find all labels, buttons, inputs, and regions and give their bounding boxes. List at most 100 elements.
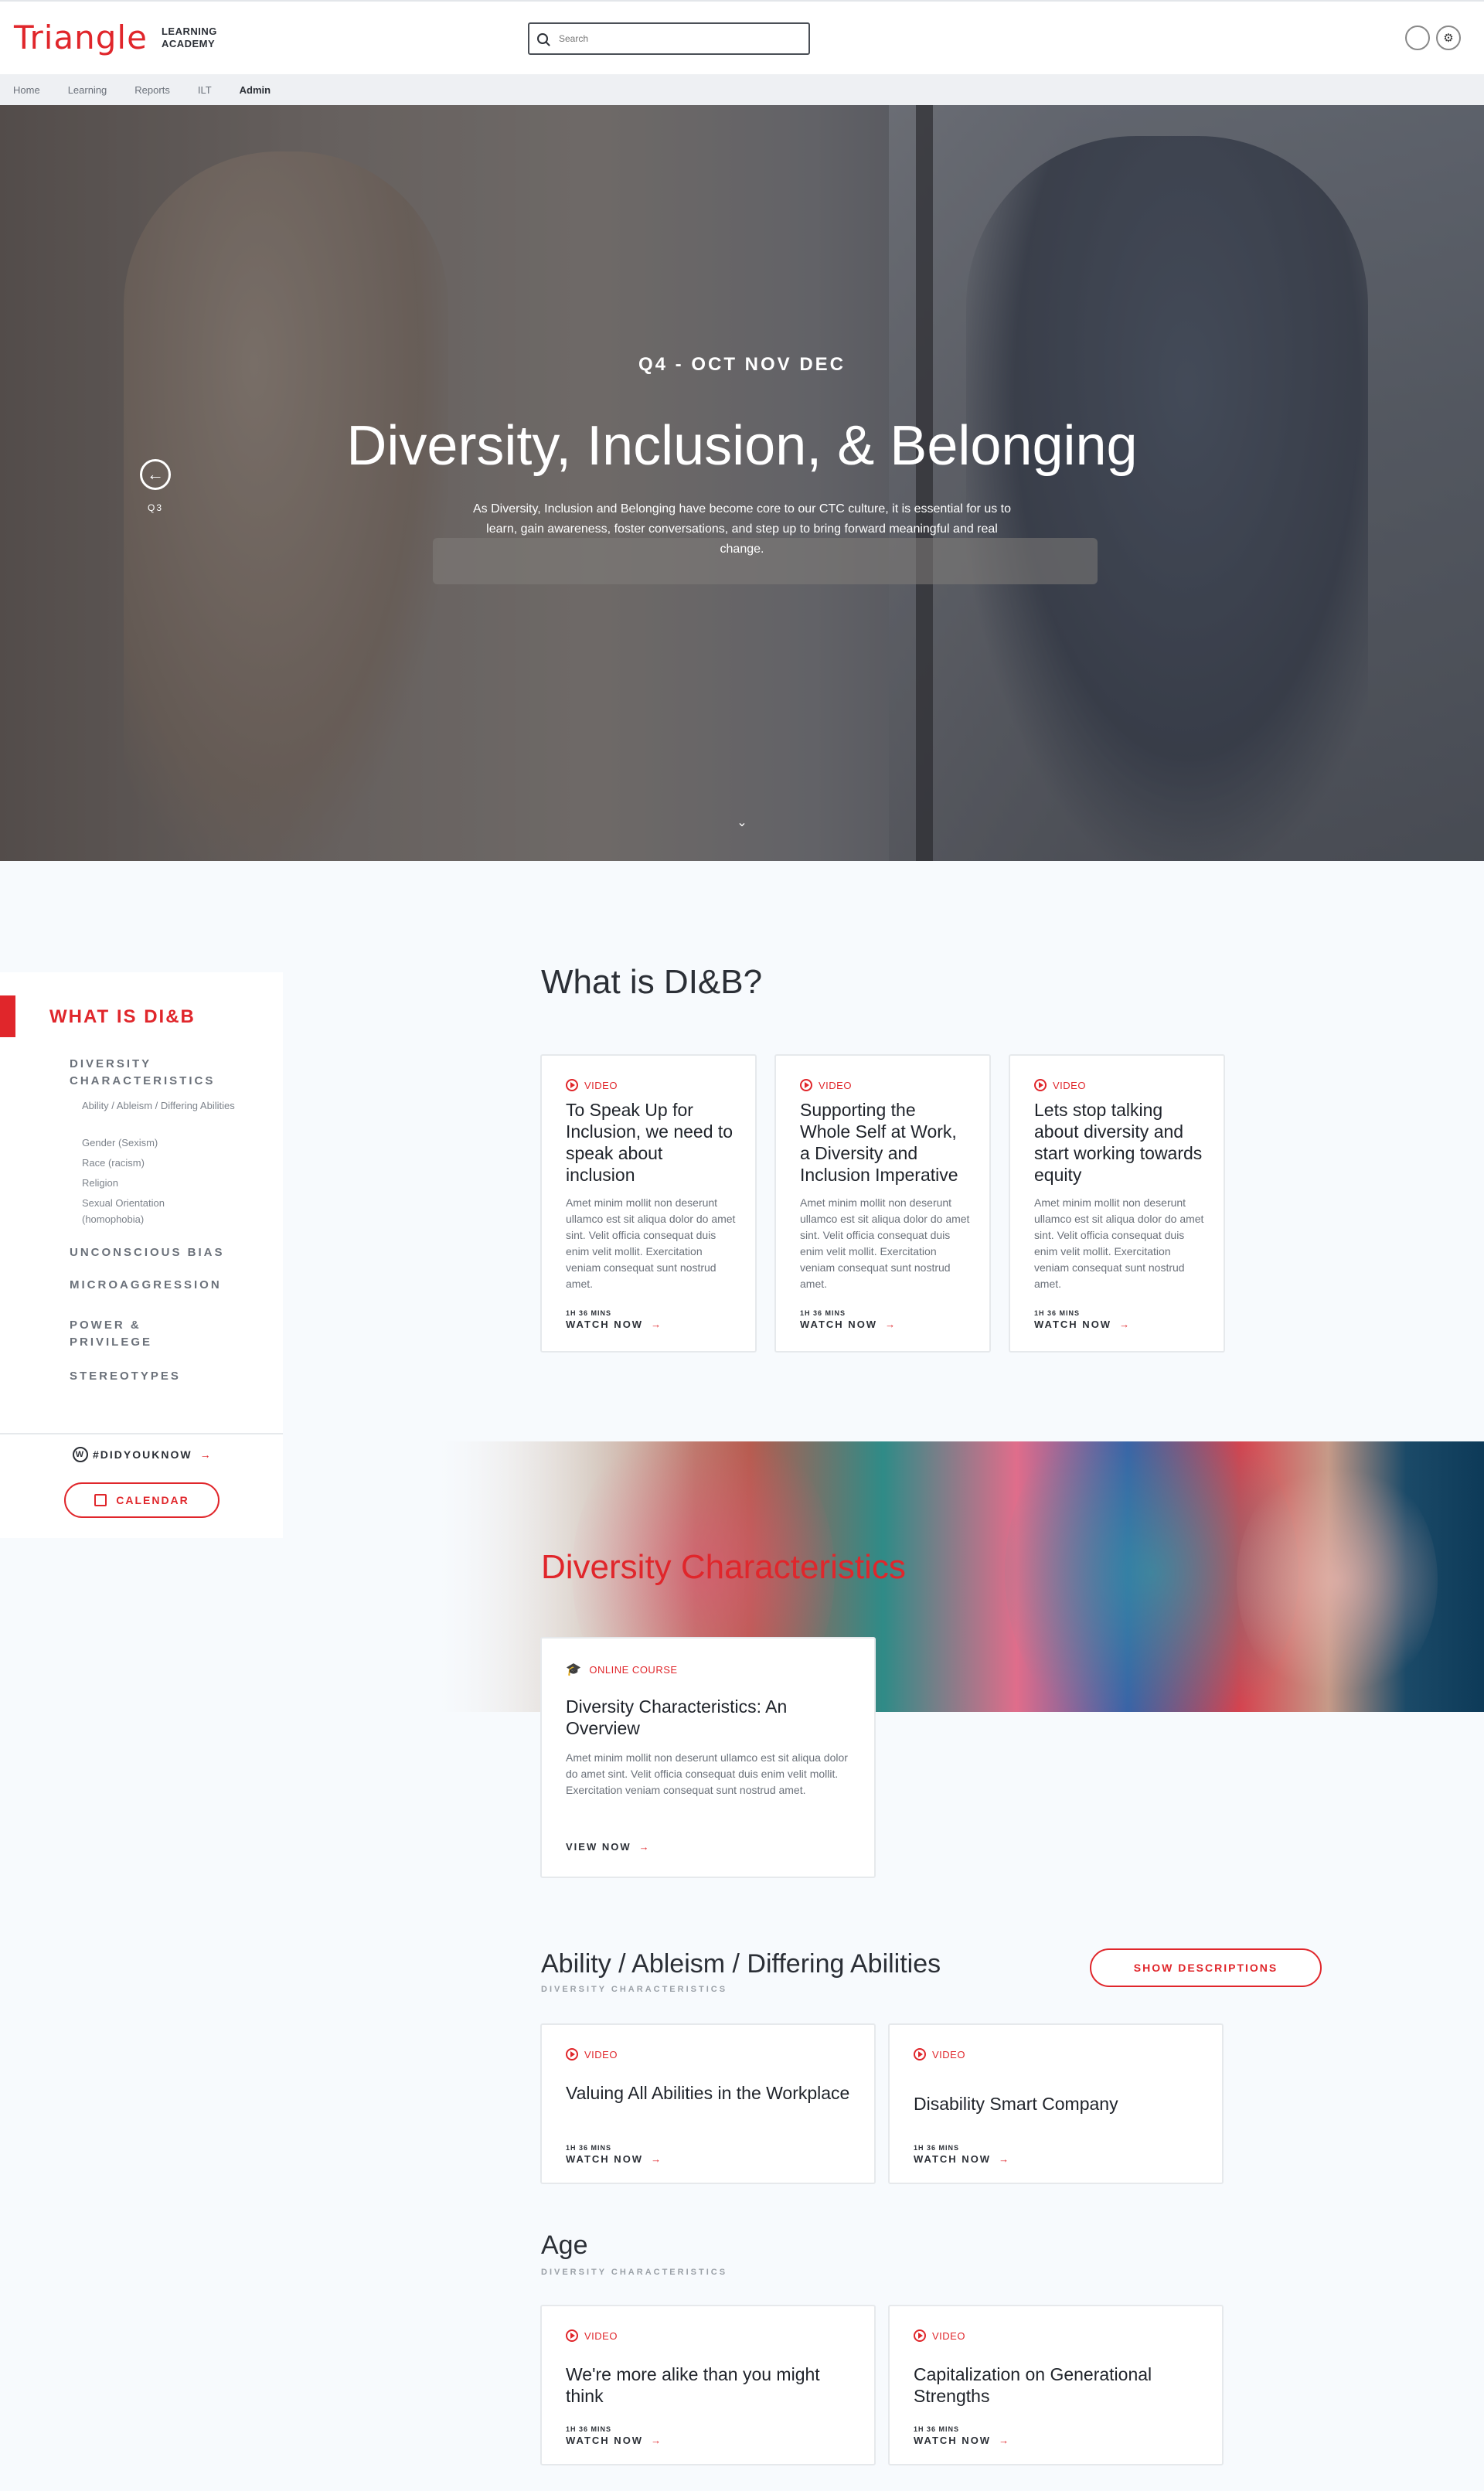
video-card[interactable]: VIDEO To Speak Up for Inclusion, we need…	[540, 1054, 757, 1353]
card-description: Amet minim mollit non deserunt ullamco e…	[1034, 1196, 1204, 1290]
card-kind-label: VIDEO	[584, 2048, 618, 2061]
avatar[interactable]	[1405, 26, 1430, 50]
sidebar-subitem-religion[interactable]: Religion	[82, 1175, 118, 1191]
sidebar-item-unconscious-bias[interactable]: UNCONSCIOUS BIAS	[70, 1244, 225, 1261]
sidebar-subitem-ability[interactable]: Ability / Ableism / Differing Abilities	[82, 1097, 237, 1114]
sidebar: WHAT IS DI&B DIVERSITY CHARACTERISTICS A…	[0, 972, 283, 1538]
top-header: Triangle LEARNING ACADEMY ⚙	[0, 0, 1484, 74]
arrow-right-icon: →	[199, 1448, 213, 1461]
card-kind: VIDEO	[914, 2048, 965, 2061]
card-kind-label: VIDEO	[932, 2329, 965, 2342]
watch-now-label: WATCH NOW	[566, 2153, 644, 2165]
sidebar-title[interactable]: WHAT IS DI&B	[49, 1006, 196, 1028]
sidebar-subitem-gender[interactable]: Gender (Sexism)	[82, 1135, 158, 1151]
show-descriptions-button[interactable]: SHOW DESCRIPTIONS	[1090, 1948, 1322, 1987]
video-card[interactable]: VIDEO Valuing All Abilities in the Workp…	[540, 2023, 876, 2184]
nav-item-reports[interactable]: Reports	[134, 84, 170, 96]
subsection-title-age: Age	[541, 2231, 588, 2260]
didyouknow-icon: W	[73, 1447, 88, 1462]
arrow-right-icon: →	[638, 1841, 651, 1853]
logo-subtitle: LEARNING ACADEMY	[162, 26, 217, 50]
card-kind-label: ONLINE COURSE	[589, 1663, 678, 1676]
card-title: Supporting the Whole Self at Work, a Div…	[800, 1100, 958, 1185]
card-kind: VIDEO	[800, 1079, 852, 1091]
card-duration: 1H 36 MINS	[566, 2425, 612, 2433]
main-nav: Home Learning Reports ILT Admin	[0, 74, 1484, 105]
arrow-right-icon: →	[999, 2153, 1011, 2165]
view-now-link[interactable]: VIEW NOW →	[566, 1841, 651, 1853]
course-card[interactable]: 🎓 ONLINE COURSE Diversity Characteristics…	[540, 1637, 876, 1878]
card-duration: 1H 36 MINS	[914, 2144, 960, 2152]
sidebar-subitem-sexual-orientation[interactable]: Sexual Orientation (homophobia)	[82, 1195, 198, 1227]
card-kind-label: VIDEO	[819, 1079, 852, 1091]
watch-now-link[interactable]: WATCH NOW →	[914, 2153, 1010, 2165]
arrow-right-icon: →	[651, 1319, 663, 1330]
hero-title: Diversity, Inclusion, & Belonging	[346, 415, 1138, 477]
nav-item-ilt[interactable]: ILT	[198, 84, 212, 96]
watch-now-link[interactable]: WATCH NOW →	[566, 2435, 662, 2446]
card-kind-label: VIDEO	[1053, 1079, 1086, 1091]
watch-now-link[interactable]: WATCH NOW →	[566, 1319, 662, 1330]
card-description: Amet minim mollit non deserunt ullamco e…	[566, 1196, 736, 1290]
search-icon	[537, 33, 548, 44]
sidebar-item-microaggression[interactable]: MICROAGGRESSION	[70, 1277, 222, 1294]
card-title: Disability Smart Company	[914, 2094, 1118, 2114]
logo-sub-line1: LEARNING	[161, 25, 217, 37]
video-card[interactable]: VIDEO Supporting the Whole Self at Work,…	[774, 1054, 991, 1353]
watch-now-label: WATCH NOW	[914, 2435, 992, 2446]
card-description: Amet minim mollit non deserunt ullamco e…	[566, 1751, 848, 1796]
video-card[interactable]: VIDEO Disability Smart Company 1H 36 MIN…	[888, 2023, 1224, 2184]
previous-quarter-label: Q3	[147, 502, 163, 513]
card-duration: 1H 36 MINS	[800, 1309, 846, 1317]
sidebar-item-diversity-characteristics[interactable]: DIVERSITY CHARACTERISTICS	[70, 1056, 240, 1090]
play-icon	[914, 2329, 926, 2342]
card-kind: VIDEO	[566, 1079, 618, 1091]
card-title: Valuing All Abilities in the Workplace	[566, 2083, 850, 2103]
card-duration: 1H 36 MINS	[566, 1309, 612, 1317]
play-icon	[566, 2329, 578, 2342]
watch-now-link[interactable]: WATCH NOW →	[800, 1319, 897, 1330]
watch-now-label: WATCH NOW	[914, 2153, 992, 2165]
watch-now-link[interactable]: WATCH NOW →	[566, 2153, 662, 2165]
calendar-icon	[94, 1494, 107, 1506]
play-icon	[914, 2048, 926, 2061]
didyouknow-label: #DIDYOUKNOW	[93, 1448, 192, 1461]
play-icon	[566, 1079, 578, 1091]
play-icon	[800, 1079, 812, 1091]
section-title-diversity-characteristics: Diversity Characteristics	[541, 1548, 906, 1586]
card-kind: VIDEO	[914, 2329, 965, 2342]
card-title: Diversity Characteristics: An Overview	[566, 1696, 788, 1738]
video-card[interactable]: VIDEO Capitalization on Generational Str…	[888, 2305, 1224, 2465]
hero-overlay	[0, 105, 1484, 861]
search-input[interactable]	[559, 33, 791, 44]
didyouknow-link[interactable]: W #DIDYOUKNOW →	[73, 1447, 213, 1462]
calendar-button[interactable]: CALENDAR	[64, 1482, 220, 1518]
card-title: To Speak Up for Inclusion, we need to sp…	[566, 1100, 733, 1185]
logo[interactable]: Triangle LEARNING ACADEMY	[14, 19, 217, 56]
nav-item-home[interactable]: Home	[13, 84, 40, 96]
card-duration: 1H 36 MINS	[566, 2144, 612, 2152]
sidebar-item-power-privilege[interactable]: POWER & PRIVILEGE	[70, 1317, 186, 1351]
sidebar-active-indicator	[0, 995, 15, 1037]
calendar-label: CALENDAR	[116, 1494, 189, 1506]
settings-gear-icon[interactable]: ⚙	[1436, 26, 1461, 50]
scroll-down-chevron-icon[interactable]: ⌄	[734, 815, 750, 830]
card-kind: VIDEO	[1034, 1079, 1086, 1091]
card-title: Lets stop talking about diversity and st…	[1034, 1100, 1203, 1185]
sidebar-item-stereotypes[interactable]: STEREOTYPES	[70, 1368, 181, 1385]
subsection-eyebrow: DIVERSITY CHARACTERISTICS	[541, 1985, 728, 1994]
section-title-what-is-dib: What is DI&B?	[541, 963, 763, 1001]
video-card[interactable]: VIDEO We're more alike than you might th…	[540, 2305, 876, 2465]
watch-now-link[interactable]: WATCH NOW →	[914, 2435, 1010, 2446]
nav-item-admin[interactable]: Admin	[240, 84, 271, 96]
search-box[interactable]	[528, 22, 810, 55]
card-description: Amet minim mollit non deserunt ullamco e…	[800, 1196, 970, 1290]
video-card[interactable]: VIDEO Lets stop talking about diversity …	[1009, 1054, 1225, 1353]
watch-now-label: WATCH NOW	[1034, 1319, 1112, 1330]
hero-description: As Diversity, Inclusion and Belonging ha…	[472, 502, 1012, 556]
watch-now-link[interactable]: WATCH NOW →	[1034, 1319, 1131, 1330]
previous-quarter-arrow-icon[interactable]: ←	[140, 459, 171, 490]
sidebar-subitem-race[interactable]: Race (racism)	[82, 1155, 145, 1171]
hero-eyebrow: Q4 - OCT NOV DEC	[638, 354, 846, 375]
nav-item-learning[interactable]: Learning	[68, 84, 107, 96]
